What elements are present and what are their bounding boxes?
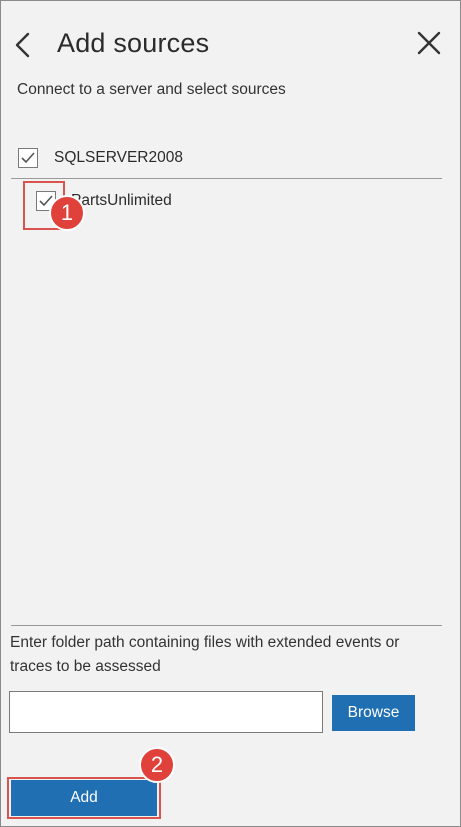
step2-badge: 2 xyxy=(139,747,175,783)
add-sources-panel: Add sources Connect to a server and sele… xyxy=(0,0,461,827)
close-icon[interactable] xyxy=(417,31,441,55)
browse-button[interactable]: Browse xyxy=(332,695,415,731)
divider xyxy=(11,625,442,626)
step2-highlight xyxy=(7,777,161,819)
database-label: PartsUnlimited xyxy=(71,192,172,209)
extended-events-hint: Enter folder path containing files with … xyxy=(10,634,400,675)
server-label: SQLSERVER2008 xyxy=(54,149,183,166)
page-title: Add sources xyxy=(57,28,210,58)
step1-badge: 1 xyxy=(49,195,85,231)
server-checkbox[interactable] xyxy=(18,148,38,168)
subtitle: Connect to a server and select sources xyxy=(17,81,286,98)
folder-path-input[interactable] xyxy=(9,691,323,733)
checkmark-icon xyxy=(21,152,35,164)
divider xyxy=(11,178,442,179)
chevron-left-icon[interactable] xyxy=(13,31,33,59)
